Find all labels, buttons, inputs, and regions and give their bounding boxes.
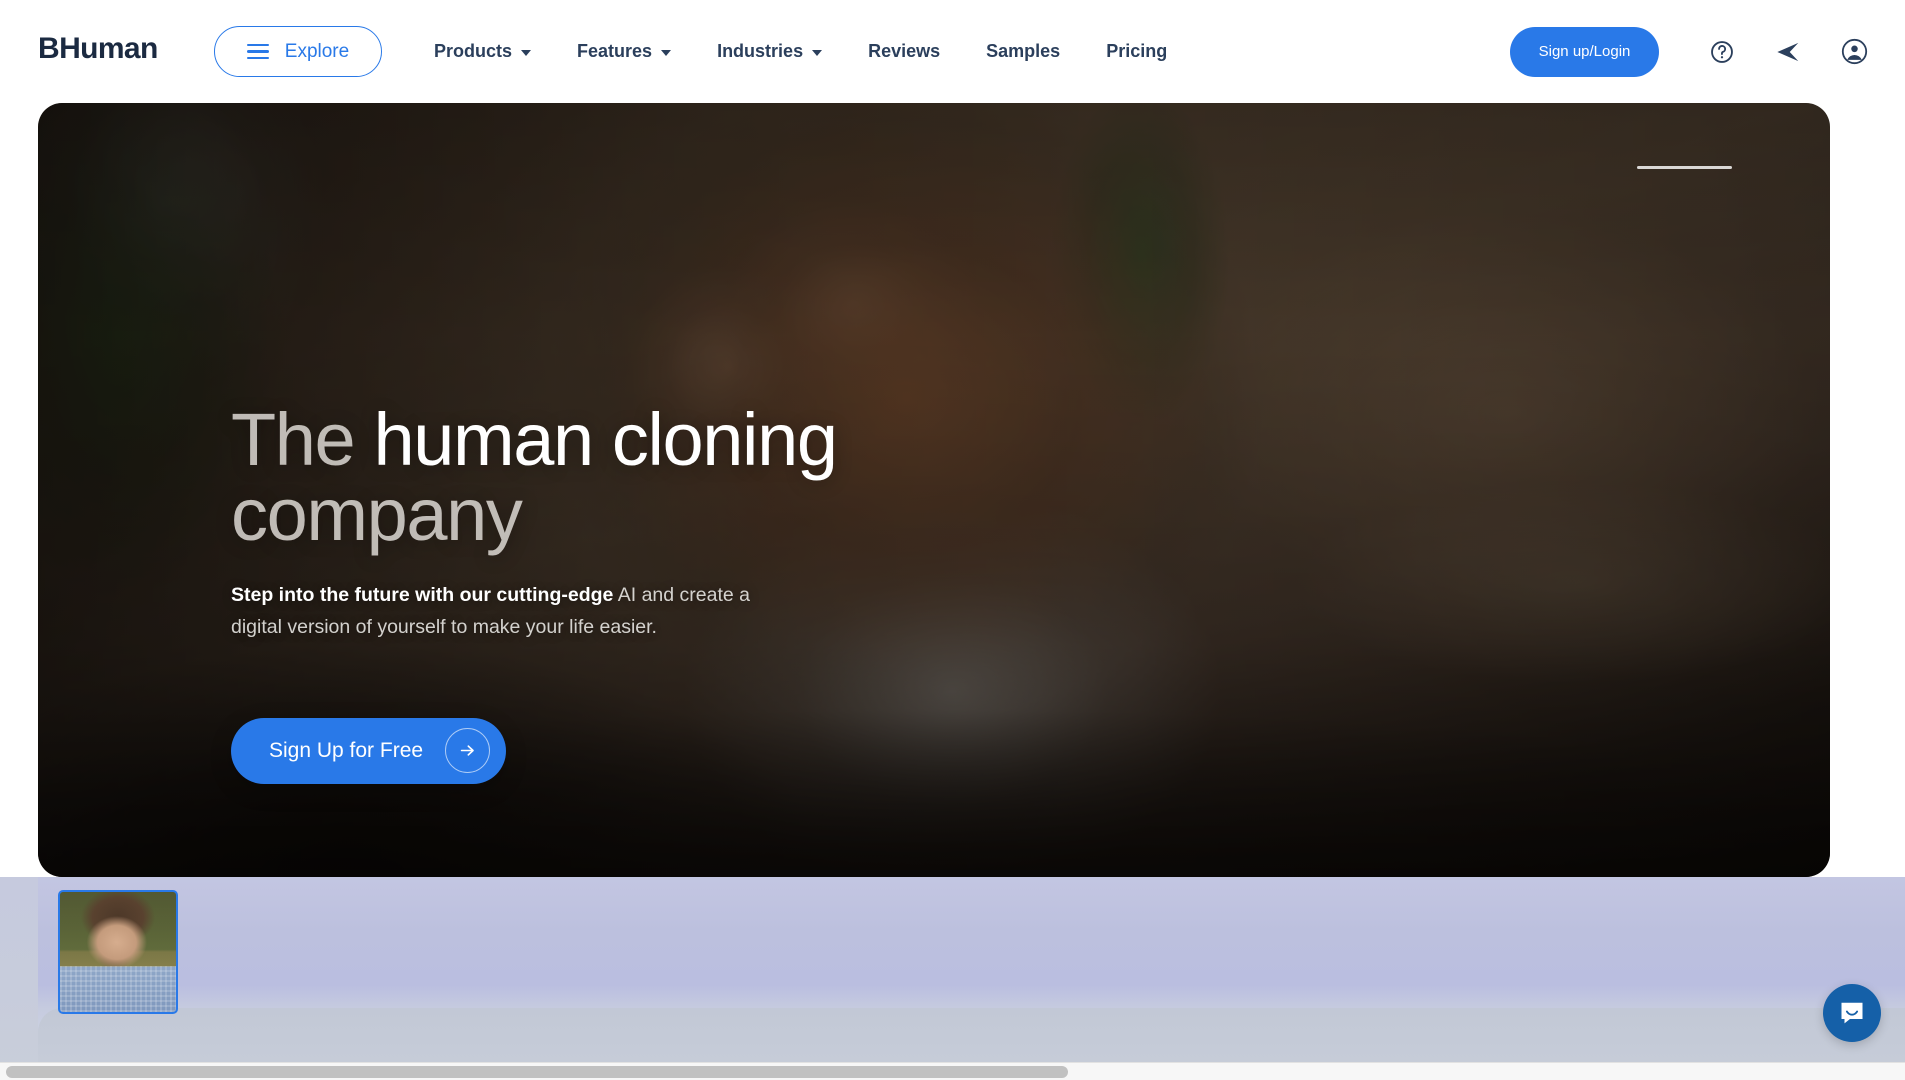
site-header: BHuman Explore Products Features Industr… [0, 0, 1905, 103]
chevron-down-icon [661, 49, 672, 56]
explore-button-label: Explore [284, 41, 350, 62]
page-root: BHuman Explore Products Features Industr… [0, 0, 1905, 1080]
nav-item-features[interactable]: Features [577, 33, 672, 70]
nav-label-industries: Industries [717, 41, 804, 61]
hero-subheadline: Step into the future with our cutting-ed… [231, 580, 751, 643]
chevron-down-icon [812, 49, 823, 56]
account-circle-icon[interactable] [1837, 35, 1871, 69]
nav-item-products[interactable]: Products [434, 33, 532, 70]
nav-label-features: Features [577, 41, 653, 61]
avatar-shirt-pattern [60, 966, 176, 1012]
hero-banner: The human cloning company Step into the … [38, 103, 1830, 877]
hero-headline-part-1: The [231, 398, 374, 481]
explore-button[interactable]: Explore [214, 26, 382, 77]
signup-login-button[interactable]: Sign up/Login [1510, 26, 1659, 77]
nav-label-pricing: Pricing [1106, 41, 1168, 61]
header-actions: Sign up/Login [1510, 0, 1871, 103]
brand-logo[interactable]: BHuman [38, 34, 158, 64]
horizontal-scrollbar-thumb[interactable] [6, 1066, 1068, 1078]
chevron-down-icon [521, 49, 532, 56]
horizontal-scrollbar-track[interactable] [0, 1062, 1905, 1080]
cta-label: Sign Up for Free [269, 739, 424, 763]
nav-item-pricing[interactable]: Pricing [1106, 33, 1167, 70]
nav-item-reviews[interactable]: Reviews [868, 33, 940, 70]
intercom-chat-icon[interactable] [1823, 984, 1881, 1042]
avatar[interactable] [58, 890, 178, 1014]
hamburger-icon [246, 44, 269, 59]
arrow-right-icon [445, 728, 491, 774]
signup-for-free-button[interactable]: Sign Up for Free [231, 717, 507, 784]
nav-item-samples[interactable]: Samples [986, 33, 1060, 70]
help-circle-icon[interactable] [1705, 35, 1739, 69]
below-hero-panel [38, 1008, 1905, 1064]
main-nav: Products Features Industries Reviews Sam… [434, 0, 1167, 103]
hero-headline: The human cloning company [231, 402, 1061, 552]
hero-headline-part-2: human cloning [373, 398, 838, 481]
nav-item-industries[interactable]: Industries [717, 33, 823, 70]
nav-label-samples: Samples [986, 41, 1061, 61]
hero-subheadline-strong: Step into the future with our cutting-ed… [231, 584, 614, 607]
hero-progress-slider[interactable] [1637, 166, 1732, 169]
hero-headline-part-3: company [231, 472, 523, 556]
nav-label-products: Products [434, 41, 513, 61]
nav-label-reviews: Reviews [868, 41, 941, 61]
hero-content: The human cloning company Step into the … [231, 402, 1061, 784]
send-icon[interactable] [1771, 35, 1805, 69]
below-hero-left-strip [0, 877, 38, 1080]
